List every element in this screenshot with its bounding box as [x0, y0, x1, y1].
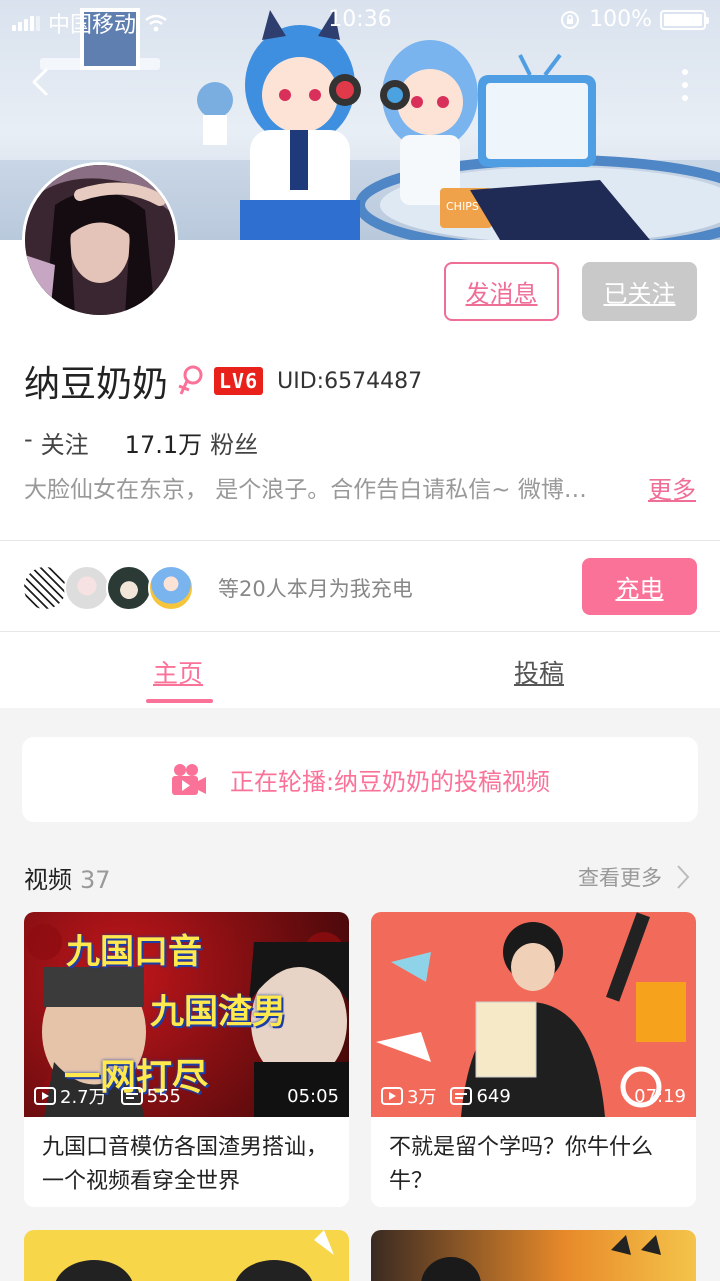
video-title[interactable]: 九国口音模仿各国渣男搭讪，一个视频看穿全世界: [24, 1117, 349, 1199]
danmaku-icon: [450, 1087, 473, 1105]
view-count: 3万: [407, 1087, 437, 1108]
autoplay-text: 正在轮播:纳豆奶奶的投稿视频: [229, 768, 551, 796]
following-label[interactable]: 关注: [41, 425, 89, 460]
charger-avatars[interactable]: [22, 565, 194, 611]
username: 纳豆奶奶: [24, 364, 169, 405]
chevron-right-icon: [677, 865, 690, 889]
charge-button[interactable]: 充电: [582, 558, 697, 615]
video-card[interactable]: 九国口音 九国渣男 一网打尽 2.7万 555 05:05 九国口音模仿各国渣男…: [24, 912, 349, 1207]
danmaku-icon: [120, 1087, 143, 1105]
video-meta: 3万 649 07:19: [381, 1083, 686, 1109]
charger-avatar: [64, 565, 110, 611]
charger-avatar: [148, 565, 194, 611]
video-duration: 07:19: [634, 1085, 686, 1107]
uid-label: UID:6574487: [277, 368, 423, 394]
see-more-label: 查看更多: [578, 866, 662, 890]
thumbnail-caption-2: 九国渣男: [150, 992, 286, 1032]
autoplay-banner[interactable]: 正在轮播:纳豆奶奶的投稿视频: [22, 737, 698, 822]
play-count-icon: [34, 1087, 56, 1105]
name-row: 纳豆奶奶 LV6 UID:6574487: [24, 355, 422, 407]
charger-avatar: [22, 565, 68, 611]
fans-label[interactable]: 粉丝: [210, 425, 258, 460]
video-duration: 05:05: [287, 1085, 339, 1107]
bio-text: 大脸仙女在东京， 是个浪子。合作告白请私信~ 微博…: [24, 477, 587, 503]
rotation-lock-icon: [561, 10, 580, 29]
thumbnail-art: [55, 1230, 334, 1281]
thumbnail-caption-1: 九国口音: [66, 932, 202, 972]
svg-text:CHIPS: CHIPS: [446, 200, 479, 213]
thumbnail-art: [421, 1235, 661, 1281]
tab-active-indicator: [146, 699, 213, 703]
tab-home[interactable]: 主页: [153, 654, 203, 690]
charge-section: 等20人本月为我充电 充电: [0, 540, 720, 632]
level-badge: LV6: [214, 367, 264, 395]
following-count[interactable]: -: [24, 425, 33, 460]
back-arrow-icon[interactable]: [26, 66, 58, 98]
fans-count[interactable]: 17.1万: [125, 425, 202, 460]
status-bar: 中国移动 10:36 100%: [0, 0, 720, 40]
video-meta: 2.7万 555 05:05: [34, 1083, 339, 1109]
play-count-icon: [381, 1087, 403, 1105]
video-title[interactable]: 不就是留个学吗？你牛什么牛？: [371, 1117, 696, 1199]
followed-button[interactable]: 已关注: [582, 262, 697, 321]
video-card-partial[interactable]: [24, 1230, 349, 1281]
female-gender-icon: [178, 365, 203, 395]
tab-posts[interactable]: 投稿: [514, 654, 564, 690]
send-message-button[interactable]: 发消息: [444, 262, 559, 321]
video-thumbnail: 3万 649 07:19: [371, 912, 696, 1117]
battery-icon: [660, 9, 709, 30]
avatar[interactable]: [22, 162, 178, 318]
video-camera-icon: [171, 763, 206, 795]
comment-count: 649: [476, 1085, 511, 1107]
comment-count: 555: [146, 1085, 181, 1107]
battery-percent: 100%: [589, 7, 652, 32]
profile-tabs: 主页 投稿: [0, 632, 720, 708]
videos-count: 37: [80, 866, 111, 894]
video-card-partial[interactable]: [371, 1230, 696, 1281]
bio-more-link[interactable]: 更多: [648, 470, 696, 505]
video-thumbnail: 九国口音 九国渣男 一网打尽 2.7万 555 05:05: [24, 912, 349, 1117]
avatar-portrait: [25, 165, 175, 315]
see-more-link[interactable]: 查看更多: [578, 862, 690, 892]
charger-avatar: [106, 565, 152, 611]
videos-header: 视频 37: [24, 860, 111, 895]
charge-summary: 等20人本月为我充电: [218, 577, 413, 601]
videos-title: 视频: [24, 866, 72, 894]
more-dots-icon[interactable]: [680, 68, 690, 102]
follow-stats: - 关注 17.1万 粉丝: [24, 425, 258, 460]
video-card[interactable]: 3万 649 07:19 不就是留个学吗？你牛什么牛？: [371, 912, 696, 1207]
view-count: 2.7万: [60, 1087, 107, 1108]
